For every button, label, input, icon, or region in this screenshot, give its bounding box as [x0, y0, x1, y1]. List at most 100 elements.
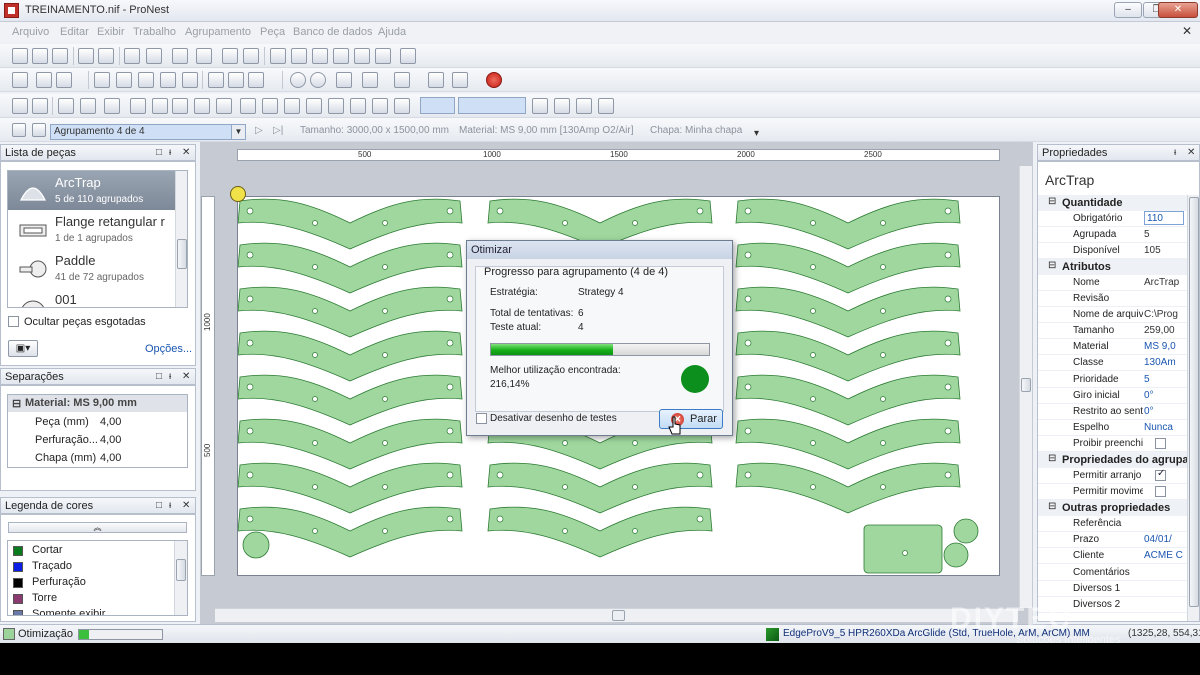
- pin-icon[interactable]: ᵻ: [169, 147, 171, 158]
- allow-array-checkbox[interactable]: [1155, 468, 1166, 481]
- collide-icon[interactable]: [172, 98, 188, 114]
- rotate-part-icon[interactable]: [116, 72, 132, 88]
- scrollbar-thumb[interactable]: [1021, 378, 1031, 392]
- common-line-icon[interactable]: [262, 98, 278, 114]
- part-properties-icon[interactable]: [208, 72, 224, 88]
- list-item[interactable]: Flange retangular r 1 de 1 agrupados: [8, 210, 176, 249]
- part-copy-icon[interactable]: [228, 72, 244, 88]
- menu-editar[interactable]: Editar: [60, 26, 89, 38]
- part-menu-icon[interactable]: ▣▾: [8, 340, 38, 357]
- property-category[interactable]: Quantidade: [1038, 195, 1188, 211]
- list-item[interactable]: ArcTrap 5 de 110 agrupados: [8, 171, 176, 210]
- print-icon[interactable]: [78, 48, 94, 64]
- property-category[interactable]: Outras propriedades: [1038, 500, 1188, 516]
- forbid-fill-checkbox[interactable]: [1155, 438, 1166, 449]
- new-file-icon[interactable]: [12, 48, 28, 64]
- hide-depleted-checkbox[interactable]: [8, 316, 19, 327]
- zoom-window-icon[interactable]: [291, 48, 307, 64]
- measure-icon[interactable]: [104, 98, 120, 114]
- nest-view-icon[interactable]: [222, 48, 238, 64]
- disable-drawing-checkbox[interactable]: [476, 413, 487, 424]
- pin-icon[interactable]: ᵻ: [169, 371, 171, 382]
- close-icon[interactable]: ✕: [182, 371, 190, 382]
- property-row[interactable]: Referência: [1038, 516, 1188, 532]
- menu-exibir[interactable]: Exibir: [97, 26, 125, 38]
- bridge-icon[interactable]: [452, 72, 468, 88]
- copy-icon[interactable]: [146, 48, 162, 64]
- menu-banco-de-dados[interactable]: Banco de dados: [293, 26, 373, 38]
- property-row[interactable]: Disponível 105: [1038, 243, 1188, 259]
- property-row[interactable]: Revisão: [1038, 291, 1188, 307]
- mdi-close-icon[interactable]: ✕: [1182, 24, 1192, 38]
- pan-hand-icon[interactable]: [400, 48, 416, 64]
- property-row[interactable]: Diversos 1: [1038, 581, 1188, 597]
- close-icon[interactable]: ✕: [182, 147, 190, 158]
- property-row[interactable]: Nome ArcTrap: [1038, 275, 1188, 291]
- label-icon[interactable]: [554, 98, 570, 114]
- close-button[interactable]: ✕: [1158, 2, 1198, 18]
- remnant-icon[interactable]: [306, 98, 322, 114]
- property-value[interactable]: 110: [1144, 211, 1184, 225]
- property-row[interactable]: Permitir arranjo: [1038, 468, 1188, 484]
- align-icon[interactable]: [130, 98, 146, 114]
- first-group-icon[interactable]: [12, 123, 26, 137]
- open-folder-icon[interactable]: [32, 48, 48, 64]
- step-icon[interactable]: [310, 72, 326, 88]
- property-row[interactable]: Obrigatório 110: [1038, 211, 1188, 227]
- text-size-icon[interactable]: [532, 98, 548, 114]
- select-all-icon[interactable]: [80, 98, 96, 114]
- rotation-dropdown[interactable]: [420, 97, 455, 114]
- property-row[interactable]: Cliente ACME C: [1038, 548, 1188, 564]
- zoom-out-icon[interactable]: [354, 48, 370, 64]
- edit-icon[interactable]: [124, 48, 140, 64]
- property-row[interactable]: Tamanho 259,00: [1038, 323, 1188, 339]
- close-icon[interactable]: ✕: [1187, 147, 1195, 158]
- property-row[interactable]: Diversos 2: [1038, 597, 1188, 613]
- previous-group-icon[interactable]: [32, 123, 46, 137]
- property-row[interactable]: Prioridade 5: [1038, 372, 1188, 388]
- dock-icon[interactable]: □: [156, 371, 162, 382]
- play-icon[interactable]: [290, 72, 306, 88]
- last-group-icon[interactable]: ▷|: [273, 125, 283, 136]
- dock-icon[interactable]: □: [156, 147, 162, 158]
- property-row[interactable]: Restrito ao sentido0°: [1038, 404, 1188, 420]
- property-row[interactable]: Classe 130Am: [1038, 355, 1188, 371]
- menu-ajuda[interactable]: Ajuda: [378, 26, 406, 38]
- checklist-icon[interactable]: [172, 48, 188, 64]
- part-view-icon[interactable]: [243, 48, 259, 64]
- lead-icon[interactable]: [428, 72, 444, 88]
- zoom-fit-icon[interactable]: [312, 48, 328, 64]
- angle-dropdown[interactable]: [458, 97, 526, 114]
- add-plate-icon[interactable]: [36, 72, 52, 88]
- print-preview-icon[interactable]: [98, 48, 114, 64]
- property-row[interactable]: Proibir preenchimento: [1038, 436, 1188, 452]
- part-nest-icon[interactable]: [248, 72, 264, 88]
- distribute-icon[interactable]: [152, 98, 168, 114]
- cut-path-icon[interactable]: [394, 72, 410, 88]
- scrollbar-thumb[interactable]: [176, 559, 186, 581]
- property-row[interactable]: Nome de arquivo C:\Prog: [1038, 307, 1188, 323]
- grid-icon[interactable]: [216, 98, 232, 114]
- minimize-button[interactable]: –: [1114, 2, 1142, 18]
- chain-icon[interactable]: [284, 98, 300, 114]
- collapse-chevron-icon[interactable]: ︽: [8, 522, 187, 533]
- remove-plate-icon[interactable]: [56, 72, 72, 88]
- expand-icon[interactable]: ⊟: [12, 397, 21, 410]
- allow-move-checkbox[interactable]: [1155, 486, 1166, 497]
- property-row[interactable]: Giro inicial 0°: [1038, 388, 1188, 404]
- pin-icon[interactable]: ᵻ: [169, 500, 171, 511]
- scrollbar-thumb[interactable]: [612, 610, 625, 621]
- plate-dropdown-icon[interactable]: ▾: [754, 128, 759, 139]
- property-row[interactable]: Prazo 04/01/: [1038, 532, 1188, 548]
- mirror-icon[interactable]: [160, 72, 176, 88]
- properties-scrollbar[interactable]: [1187, 195, 1199, 621]
- stop-icon[interactable]: [486, 72, 502, 88]
- pin-icon[interactable]: ᵻ: [1174, 147, 1176, 158]
- move-part-icon[interactable]: [94, 72, 110, 88]
- property-row[interactable]: Material MS 9,0: [1038, 339, 1188, 355]
- property-row[interactable]: Permitir movimento: [1038, 484, 1188, 500]
- menu-agrupamento[interactable]: Agrupamento: [185, 26, 251, 38]
- circle-icon[interactable]: [182, 72, 198, 88]
- property-row[interactable]: Espelho Nunca: [1038, 420, 1188, 436]
- dock-icon[interactable]: □: [156, 500, 162, 511]
